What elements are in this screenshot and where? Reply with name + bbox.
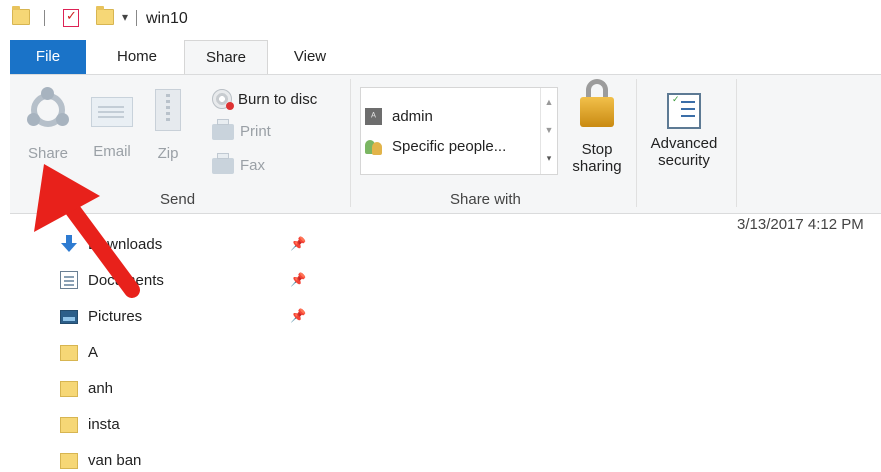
share-with-list[interactable]: ᴬ admin Specific people... ▲ ▼ ▾ [360,87,558,175]
people-icon [365,138,382,155]
print-button[interactable]: Print [212,118,271,140]
share-with-admin[interactable]: ᴬ admin [365,108,433,125]
toolbar-separator [136,10,137,26]
pin-icon[interactable]: 📌 [290,308,306,324]
zip-icon [155,89,181,131]
nav-item-label: insta [88,415,120,433]
share-icon [25,87,71,131]
share-with-group-label: Share with [450,191,521,208]
stop-sharing-label-line1: Stop [581,141,613,158]
pin-icon[interactable]: 📌 [290,272,306,288]
folder-icon [60,453,78,469]
lock-icon [580,79,614,127]
new-folder-icon[interactable] [96,6,114,25]
share-label: Share [27,145,69,162]
share-with-admin-label: admin [392,108,433,125]
email-label: Email [93,143,131,160]
user-icon: ᴬ [365,108,382,125]
fax-label: Fax [240,157,266,174]
zip-button[interactable]: Zip [148,89,188,162]
group-separator [636,79,637,207]
tab-home[interactable]: Home [100,40,174,74]
scroll-up-icon[interactable]: ▲ [541,88,557,116]
zip-label: Zip [157,145,179,162]
scroll-down-icon[interactable]: ▼ [541,116,557,144]
pin-icon[interactable]: 📌 [290,236,306,252]
nav-item-documents[interactable]: Documents [60,268,164,292]
fax-icon [212,152,234,174]
window-title: win10 [146,10,188,27]
nav-item-label: anh [88,379,114,397]
tab-view[interactable]: View [276,40,344,74]
nav-item-label: A [88,343,99,361]
nav-item-label: van ban [88,451,142,469]
fax-button[interactable]: Fax [212,152,266,174]
print-label: Print [240,123,271,140]
download-icon [60,235,78,253]
advanced-security-label-line2: security [658,152,710,169]
burn-to-disc-button[interactable]: Burn to disc [212,89,318,110]
specific-people-label: Specific people... [392,138,507,155]
printer-icon [212,118,234,140]
expand-list-icon[interactable]: ▾ [541,144,557,172]
ribbon-tabs: File Home Share View [0,40,881,74]
advanced-security-button[interactable]: Advanced security [644,89,724,169]
group-separator [350,79,351,207]
nav-item-label: Documents [88,271,164,289]
nav-item-folder-insta[interactable]: insta [60,412,120,436]
customize-quick-access-icon[interactable]: ▾ [122,10,128,24]
folder-icon [60,345,78,361]
group-separator [736,79,737,207]
documents-icon [60,271,78,289]
email-button[interactable]: Email [84,91,140,160]
ribbon-share-panel: Share Email Zip Burn to disc Print Fax S… [10,74,881,214]
file-modified-date: 3/13/2017 4:12 PM [737,216,864,233]
properties-icon[interactable] [63,8,79,27]
folder-icon [60,381,78,397]
nav-item-downloads[interactable]: Downloads [60,232,162,256]
folder-icon [12,6,30,25]
title-bar: ▾ win10 [0,0,881,38]
send-group-label: Send [160,191,196,208]
nav-item-pictures[interactable]: Pictures [60,304,142,328]
stop-sharing-label-line2: sharing [572,158,622,175]
pictures-icon [60,310,78,324]
toolbar-separator [44,10,45,26]
share-list-scrollbar[interactable]: ▲ ▼ ▾ [540,88,557,174]
advanced-security-icon [667,93,701,129]
share-with-specific-people[interactable]: Specific people... [365,138,506,155]
folder-icon [60,417,78,433]
nav-item-label: Pictures [88,307,143,325]
nav-item-folder-a[interactable]: A [60,340,98,364]
email-icon [91,97,133,127]
share-button[interactable]: Share [18,87,78,162]
nav-item-folder-anh[interactable]: anh [60,376,113,400]
disc-icon [212,89,234,110]
tab-file[interactable]: File [10,40,86,74]
burn-to-disc-label: Burn to disc [238,90,318,108]
advanced-security-label-line1: Advanced [650,135,718,152]
tab-share[interactable]: Share [184,40,268,74]
stop-sharing-button[interactable]: Stop sharing [562,79,632,175]
nav-item-label: Downloads [88,235,163,253]
nav-item-folder-van-ban[interactable]: van ban [60,448,141,472]
